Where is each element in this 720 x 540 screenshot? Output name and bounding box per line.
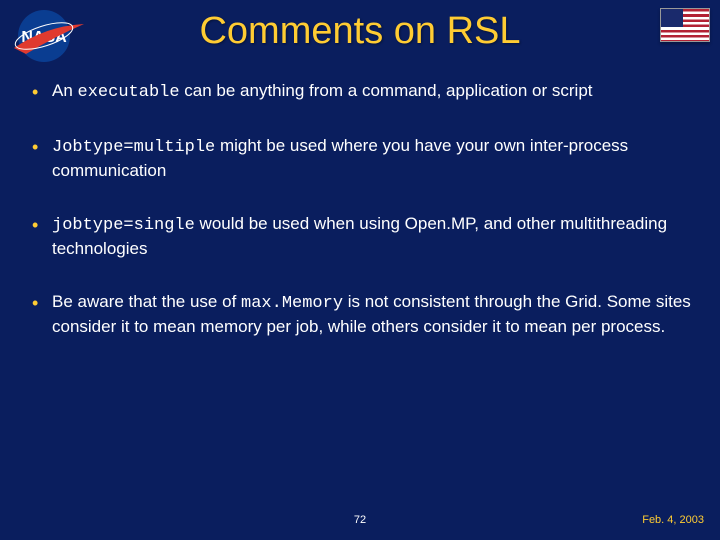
bullet-code: executable [78,83,180,102]
bullet-text-post: can be anything from a command, applicat… [180,81,593,100]
bullet-code: Jobtype=multiple [52,138,215,157]
slide-body: An executable can be anything from a com… [28,80,696,369]
bullet-item: Be aware that the use of max.Memory is n… [28,291,696,339]
footer-date: Feb. 4, 2003 [642,514,704,526]
nasa-logo: NASA [6,6,86,66]
bullet-code: max.Memory [241,294,343,313]
slide-title: Comments on RSL [0,0,720,53]
page-number: 72 [0,514,720,526]
bullet-code: jobtype=single [52,216,195,235]
bullet-item: jobtype=single would be used when using … [28,213,696,261]
us-flag-icon [660,8,710,42]
bullet-text-pre: An [52,81,78,100]
bullet-item: Jobtype=multiple might be used where you… [28,135,696,183]
bullet-item: An executable can be anything from a com… [28,80,696,105]
bullet-text-pre: Be aware that the use of [52,292,241,311]
